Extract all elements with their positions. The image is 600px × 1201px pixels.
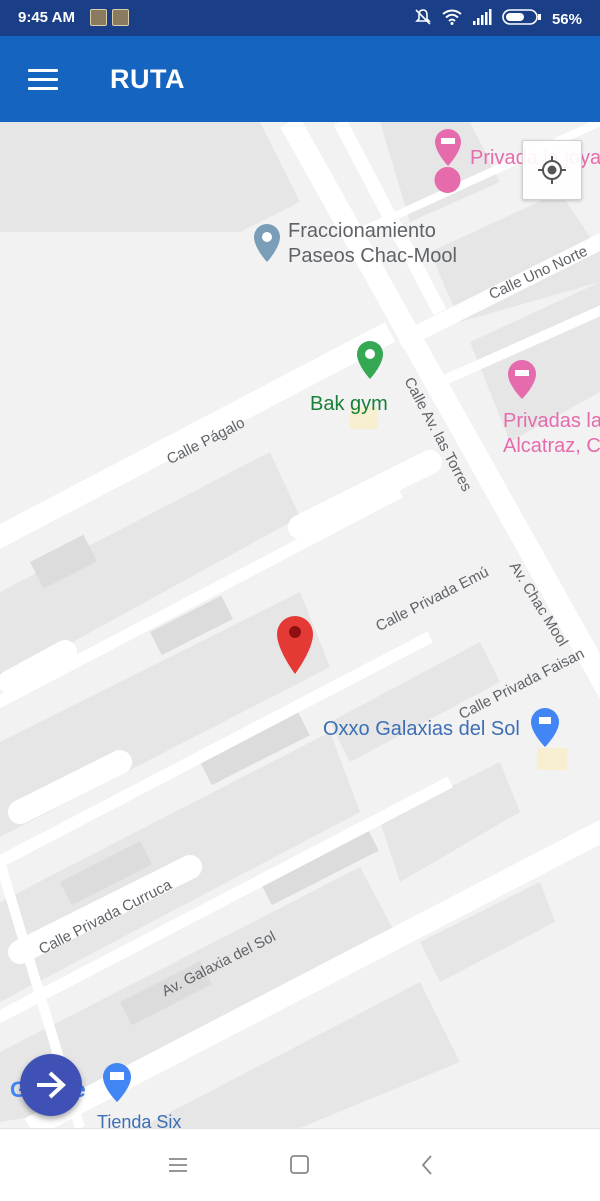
poi-label[interactable]: Privadas la Alcatraz, C <box>503 409 600 459</box>
app-bar: RUTA <box>0 36 600 122</box>
signal-icon <box>472 9 492 29</box>
my-location-button[interactable] <box>522 140 582 200</box>
my-location-icon <box>538 156 566 184</box>
poi-label[interactable]: Oxxo Galaxias del Sol <box>323 717 520 742</box>
map-view[interactable]: Calle Uno Norte Calle Págalo Calle Av. l… <box>0 122 600 1128</box>
place-pin-icon[interactable] <box>254 224 280 262</box>
battery-percent: 56% <box>551 10 582 28</box>
system-nav-bar <box>0 1128 600 1201</box>
status-time: 9:45 AM <box>18 9 75 26</box>
home-icon[interactable] <box>288 1153 312 1177</box>
next-fab-button[interactable] <box>20 1054 82 1116</box>
wifi-icon <box>442 9 462 29</box>
arrow-right-icon <box>37 1071 66 1099</box>
poi-label[interactable]: Fraccionamiento Paseos Chac-Mool <box>288 219 457 269</box>
shopping-cart-icon[interactable] <box>531 708 559 747</box>
poi-label[interactable]: Tienda Six <box>97 1110 181 1128</box>
mute-icon <box>414 8 432 30</box>
hamburger-menu-icon[interactable] <box>28 69 58 90</box>
place-pin-icon[interactable] <box>357 341 383 379</box>
notification-app-icon <box>90 9 107 26</box>
status-bar: 9:45 AM 56% <box>0 0 600 36</box>
recents-icon[interactable] <box>166 1153 190 1177</box>
battery-icon <box>502 8 542 30</box>
map-canvas[interactable] <box>0 122 600 1128</box>
back-icon[interactable] <box>416 1153 440 1177</box>
store-building <box>537 748 567 770</box>
status-icons: 56% <box>414 8 582 30</box>
notification-app-icon <box>112 9 129 26</box>
poi-label[interactable]: Bak gym <box>310 392 388 417</box>
page-title: RUTA <box>110 64 185 94</box>
